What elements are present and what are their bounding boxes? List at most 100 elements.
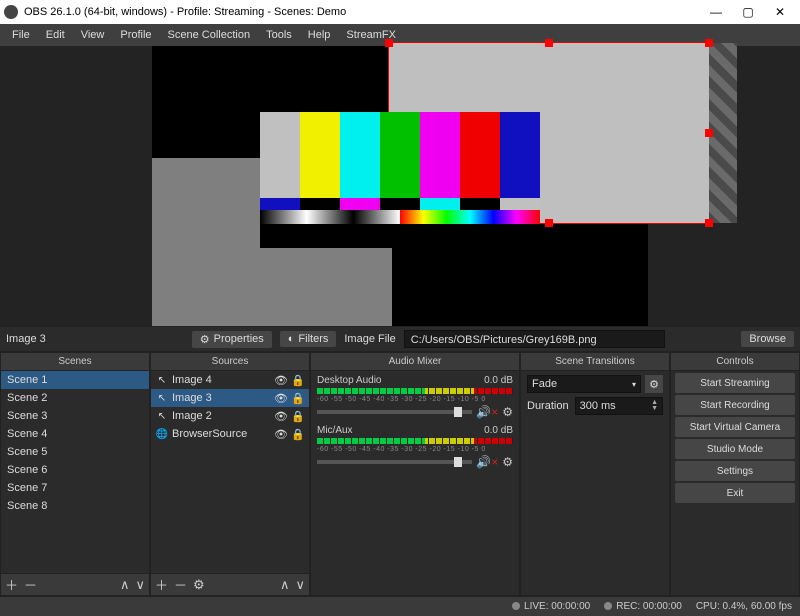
- scenes-list[interactable]: Scene 1 Scene 2 Scene 3 Scene 4 Scene 5 …: [1, 371, 149, 573]
- visibility-toggle[interactable]: 👁: [274, 374, 288, 387]
- scene-item[interactable]: Scene 2: [1, 389, 149, 407]
- spin-arrows-icon[interactable]: ▲▼: [651, 400, 658, 412]
- live-indicator-icon: [512, 602, 520, 610]
- sources-panel: Sources ↖ Image 4 👁 🔒 ↖ Image 3 👁 🔒 ↖ Im…: [150, 352, 310, 596]
- meter-ticks: -60 -55 -50 -45 -40 -35 -30 -25 -20 -15 …: [317, 396, 513, 403]
- mute-button[interactable]: 🔊×: [476, 405, 498, 419]
- scene-item[interactable]: Scene 6: [1, 461, 149, 479]
- source-item[interactable]: ↖ Image 3 👁 🔒: [151, 389, 309, 407]
- scene-item[interactable]: Scene 8: [1, 497, 149, 515]
- remove-scene-button[interactable]: －: [24, 575, 37, 594]
- scene-item[interactable]: Scene 1: [1, 371, 149, 389]
- properties-button[interactable]: ⚙ Properties: [192, 331, 272, 348]
- volume-slider[interactable]: [317, 410, 472, 414]
- source-properties-button[interactable]: ⚙: [193, 577, 205, 593]
- lock-toggle[interactable]: 🔒: [291, 374, 305, 387]
- rec-indicator-icon: [604, 602, 612, 610]
- gear-icon: ⚙: [200, 333, 210, 346]
- visibility-toggle[interactable]: 👁: [274, 392, 288, 405]
- transitions-body: Fade ▾ ⚙ Duration 300 ms ▲▼: [521, 371, 669, 595]
- resize-handle[interactable]: [385, 39, 393, 47]
- channel-level: 0.0 dB: [484, 375, 513, 386]
- mixer-body: Desktop Audio 0.0 dB -60 -55 -50 -45 -40…: [311, 371, 519, 595]
- scene-item[interactable]: Scene 7: [1, 479, 149, 497]
- resize-handle[interactable]: [545, 39, 553, 47]
- menu-streamfx[interactable]: StreamFX: [338, 27, 404, 43]
- status-live: LIVE: 00:00:00: [512, 601, 590, 612]
- transitions-header[interactable]: Scene Transitions: [521, 353, 669, 371]
- scenes-header[interactable]: Scenes: [1, 353, 149, 371]
- source-item[interactable]: ↖ Image 4 👁 🔒: [151, 371, 309, 389]
- close-button[interactable]: ✕: [764, 2, 796, 22]
- source-item[interactable]: ↖ Image 2 👁 🔒: [151, 407, 309, 425]
- mute-button[interactable]: 🔊×: [476, 455, 498, 469]
- source-item[interactable]: 🌐 BrowserSource 👁 🔒: [151, 425, 309, 443]
- menu-file[interactable]: File: [4, 27, 38, 43]
- browse-button[interactable]: Browse: [741, 331, 794, 347]
- resize-handle[interactable]: [705, 39, 713, 47]
- channel-settings-button[interactable]: ⚙: [502, 405, 513, 419]
- resize-handle[interactable]: [705, 129, 713, 137]
- image-file-label: Image File: [344, 333, 395, 345]
- filters-button[interactable]: ◐ Filters: [280, 331, 337, 347]
- preview-canvas[interactable]: [152, 46, 648, 326]
- mixer-channel: Mic/Aux 0.0 dB -60 -55 -50 -45 -40 -35 -…: [317, 425, 513, 469]
- resize-handle[interactable]: [545, 219, 553, 227]
- dock-panels: Scenes Scene 1 Scene 2 Scene 3 Scene 4 S…: [0, 352, 800, 596]
- image-file-path[interactable]: C:/Users/OBS/Pictures/Grey169B.png: [404, 330, 666, 348]
- lock-toggle[interactable]: 🔒: [291, 428, 305, 441]
- menu-edit[interactable]: Edit: [38, 27, 73, 43]
- move-scene-down-button[interactable]: ∨: [135, 577, 145, 593]
- duration-label: Duration: [527, 400, 569, 412]
- visibility-toggle[interactable]: 👁: [274, 428, 288, 441]
- volume-slider[interactable]: [317, 460, 472, 464]
- source-property-bar: Image 3 ⚙ Properties ◐ Filters Image Fil…: [0, 326, 800, 352]
- resize-handle[interactable]: [705, 219, 713, 227]
- chevron-down-icon: ▾: [632, 380, 636, 389]
- image-icon: ↖: [155, 375, 169, 386]
- move-source-down-button[interactable]: ∨: [295, 577, 305, 593]
- scene-item[interactable]: Scene 5: [1, 443, 149, 461]
- preview-area[interactable]: [0, 46, 800, 326]
- sources-list[interactable]: ↖ Image 4 👁 🔒 ↖ Image 3 👁 🔒 ↖ Image 2 👁 …: [151, 371, 309, 573]
- app-icon: [4, 5, 18, 19]
- minimize-button[interactable]: —: [700, 2, 732, 22]
- channel-settings-button[interactable]: ⚙: [502, 455, 513, 469]
- add-source-button[interactable]: ＋: [155, 575, 168, 594]
- maximize-button[interactable]: ▢: [732, 2, 764, 22]
- menu-view[interactable]: View: [73, 27, 113, 43]
- scene-item[interactable]: Scene 4: [1, 425, 149, 443]
- mixer-header[interactable]: Audio Mixer: [311, 353, 519, 371]
- vu-meter: [317, 438, 513, 444]
- start-streaming-button[interactable]: Start Streaming: [675, 373, 795, 393]
- transition-settings-button[interactable]: ⚙: [645, 375, 663, 393]
- transition-select[interactable]: Fade ▾: [527, 375, 641, 393]
- sources-header[interactable]: Sources: [151, 353, 309, 371]
- remove-source-button[interactable]: －: [174, 575, 187, 594]
- start-virtual-camera-button[interactable]: Start Virtual Camera: [675, 417, 795, 437]
- menu-profile[interactable]: Profile: [112, 27, 159, 43]
- move-scene-up-button[interactable]: ∧: [120, 577, 130, 593]
- visibility-toggle[interactable]: 👁: [274, 410, 288, 423]
- source-image4-preview[interactable]: [260, 112, 540, 248]
- duration-input[interactable]: 300 ms ▲▼: [575, 397, 663, 415]
- mixer-channel: Desktop Audio 0.0 dB -60 -55 -50 -45 -40…: [317, 375, 513, 419]
- lock-toggle[interactable]: 🔒: [291, 392, 305, 405]
- window-title: OBS 26.1.0 (64-bit, windows) - Profile: …: [24, 6, 346, 18]
- audio-mixer-panel: Audio Mixer Desktop Audio 0.0 dB -60 -55…: [310, 352, 520, 596]
- menu-scene-collection[interactable]: Scene Collection: [160, 27, 259, 43]
- menu-help[interactable]: Help: [300, 27, 339, 43]
- add-scene-button[interactable]: ＋: [5, 575, 18, 594]
- exit-button[interactable]: Exit: [675, 483, 795, 503]
- channel-name: Mic/Aux: [317, 425, 353, 436]
- move-source-up-button[interactable]: ∧: [280, 577, 290, 593]
- studio-mode-button[interactable]: Studio Mode: [675, 439, 795, 459]
- scene-item[interactable]: Scene 3: [1, 407, 149, 425]
- transitions-panel: Scene Transitions Fade ▾ ⚙ Duration 300 …: [520, 352, 670, 596]
- controls-header[interactable]: Controls: [671, 353, 799, 371]
- lock-toggle[interactable]: 🔒: [291, 410, 305, 423]
- globe-icon: 🌐: [155, 429, 169, 440]
- start-recording-button[interactable]: Start Recording: [675, 395, 795, 415]
- settings-button[interactable]: Settings: [675, 461, 795, 481]
- menu-tools[interactable]: Tools: [258, 27, 300, 43]
